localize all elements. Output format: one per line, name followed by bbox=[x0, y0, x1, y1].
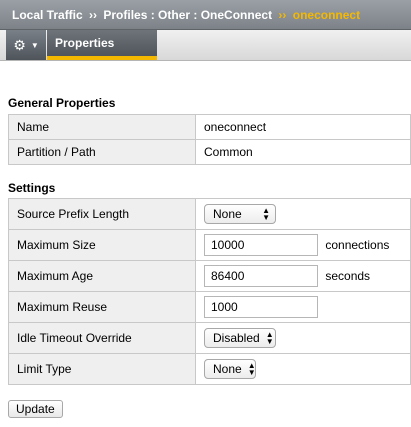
source-prefix-length-label: Source Prefix Length bbox=[8, 198, 196, 230]
maximum-size-unit: connections bbox=[325, 238, 390, 252]
table-row: Idle Timeout Override Disabled ▲ ▼ bbox=[8, 322, 411, 354]
source-prefix-length-cell: None ▲ ▼ bbox=[195, 198, 411, 230]
idle-timeout-override-cell: Disabled ▲ ▼ bbox=[195, 322, 411, 354]
idle-timeout-override-select[interactable]: Disabled ▲ ▼ bbox=[204, 328, 276, 348]
limit-type-cell: None ▲ ▼ bbox=[195, 353, 411, 385]
settings-heading: Settings bbox=[8, 181, 56, 195]
table-row: Maximum Size connections bbox=[8, 229, 411, 261]
name-value: oneconnect bbox=[195, 114, 411, 140]
settings-table: Source Prefix Length None ▲ ▼ Maximum Siz… bbox=[8, 198, 411, 385]
gear-menu-button[interactable]: ⚙ ▼ bbox=[6, 30, 46, 60]
breadcrumb-separator: ›› bbox=[89, 8, 98, 22]
select-arrows-icon: ▲ ▼ bbox=[262, 206, 270, 222]
maximum-age-label: Maximum Age bbox=[8, 260, 196, 292]
partition-label: Partition / Path bbox=[8, 139, 196, 165]
breadcrumb-profiles[interactable]: Profiles : Other : OneConnect bbox=[103, 8, 272, 22]
idle-timeout-override-label: Idle Timeout Override bbox=[8, 322, 196, 354]
general-properties-table: Name oneconnect Partition / Path Common bbox=[8, 114, 411, 165]
maximum-reuse-cell bbox=[195, 291, 411, 323]
maximum-reuse-input[interactable] bbox=[204, 296, 318, 318]
limit-type-value: None bbox=[213, 362, 242, 376]
name-label: Name bbox=[8, 114, 196, 140]
source-prefix-length-value: None bbox=[213, 207, 242, 221]
source-prefix-length-select[interactable]: None ▲ ▼ bbox=[204, 204, 276, 224]
table-row: Name oneconnect bbox=[8, 114, 411, 140]
breadcrumb-separator: ›› bbox=[278, 8, 287, 22]
maximum-age-unit: seconds bbox=[325, 269, 371, 283]
general-properties-heading: General Properties bbox=[8, 96, 116, 110]
maximum-age-cell: seconds bbox=[195, 260, 411, 292]
maximum-reuse-label: Maximum Reuse bbox=[8, 291, 196, 323]
table-row: Maximum Reuse bbox=[8, 291, 411, 323]
table-row: Partition / Path Common bbox=[8, 139, 411, 165]
maximum-size-input[interactable] bbox=[204, 234, 318, 256]
maximum-age-input[interactable] bbox=[204, 265, 318, 287]
breadcrumb-local-traffic[interactable]: Local Traffic bbox=[12, 8, 83, 22]
breadcrumb: Local Traffic ›› Profiles : Other : OneC… bbox=[0, 0, 411, 30]
maximum-size-cell: connections bbox=[195, 229, 411, 261]
partition-value: Common bbox=[195, 139, 411, 165]
tab-properties[interactable]: Properties bbox=[47, 30, 157, 60]
breadcrumb-current: oneconnect bbox=[292, 8, 361, 22]
idle-timeout-override-value: Disabled bbox=[213, 331, 260, 345]
tab-bar: ⚙ ▼ Properties bbox=[0, 30, 411, 61]
table-row: Maximum Age seconds bbox=[8, 260, 411, 292]
chevron-down-icon: ▼ bbox=[30, 40, 39, 50]
select-arrows-icon: ▲ ▼ bbox=[265, 330, 274, 346]
limit-type-select[interactable]: None ▲ ▼ bbox=[204, 359, 256, 379]
table-row: Source Prefix Length None ▲ ▼ bbox=[8, 198, 411, 230]
update-button[interactable]: Update bbox=[8, 400, 63, 418]
table-row: Limit Type None ▲ ▼ bbox=[8, 353, 411, 385]
select-arrows-icon: ▲ ▼ bbox=[247, 361, 256, 377]
maximum-size-label: Maximum Size bbox=[8, 229, 196, 261]
gear-icon: ⚙ bbox=[13, 36, 26, 53]
limit-type-label: Limit Type bbox=[8, 353, 196, 385]
